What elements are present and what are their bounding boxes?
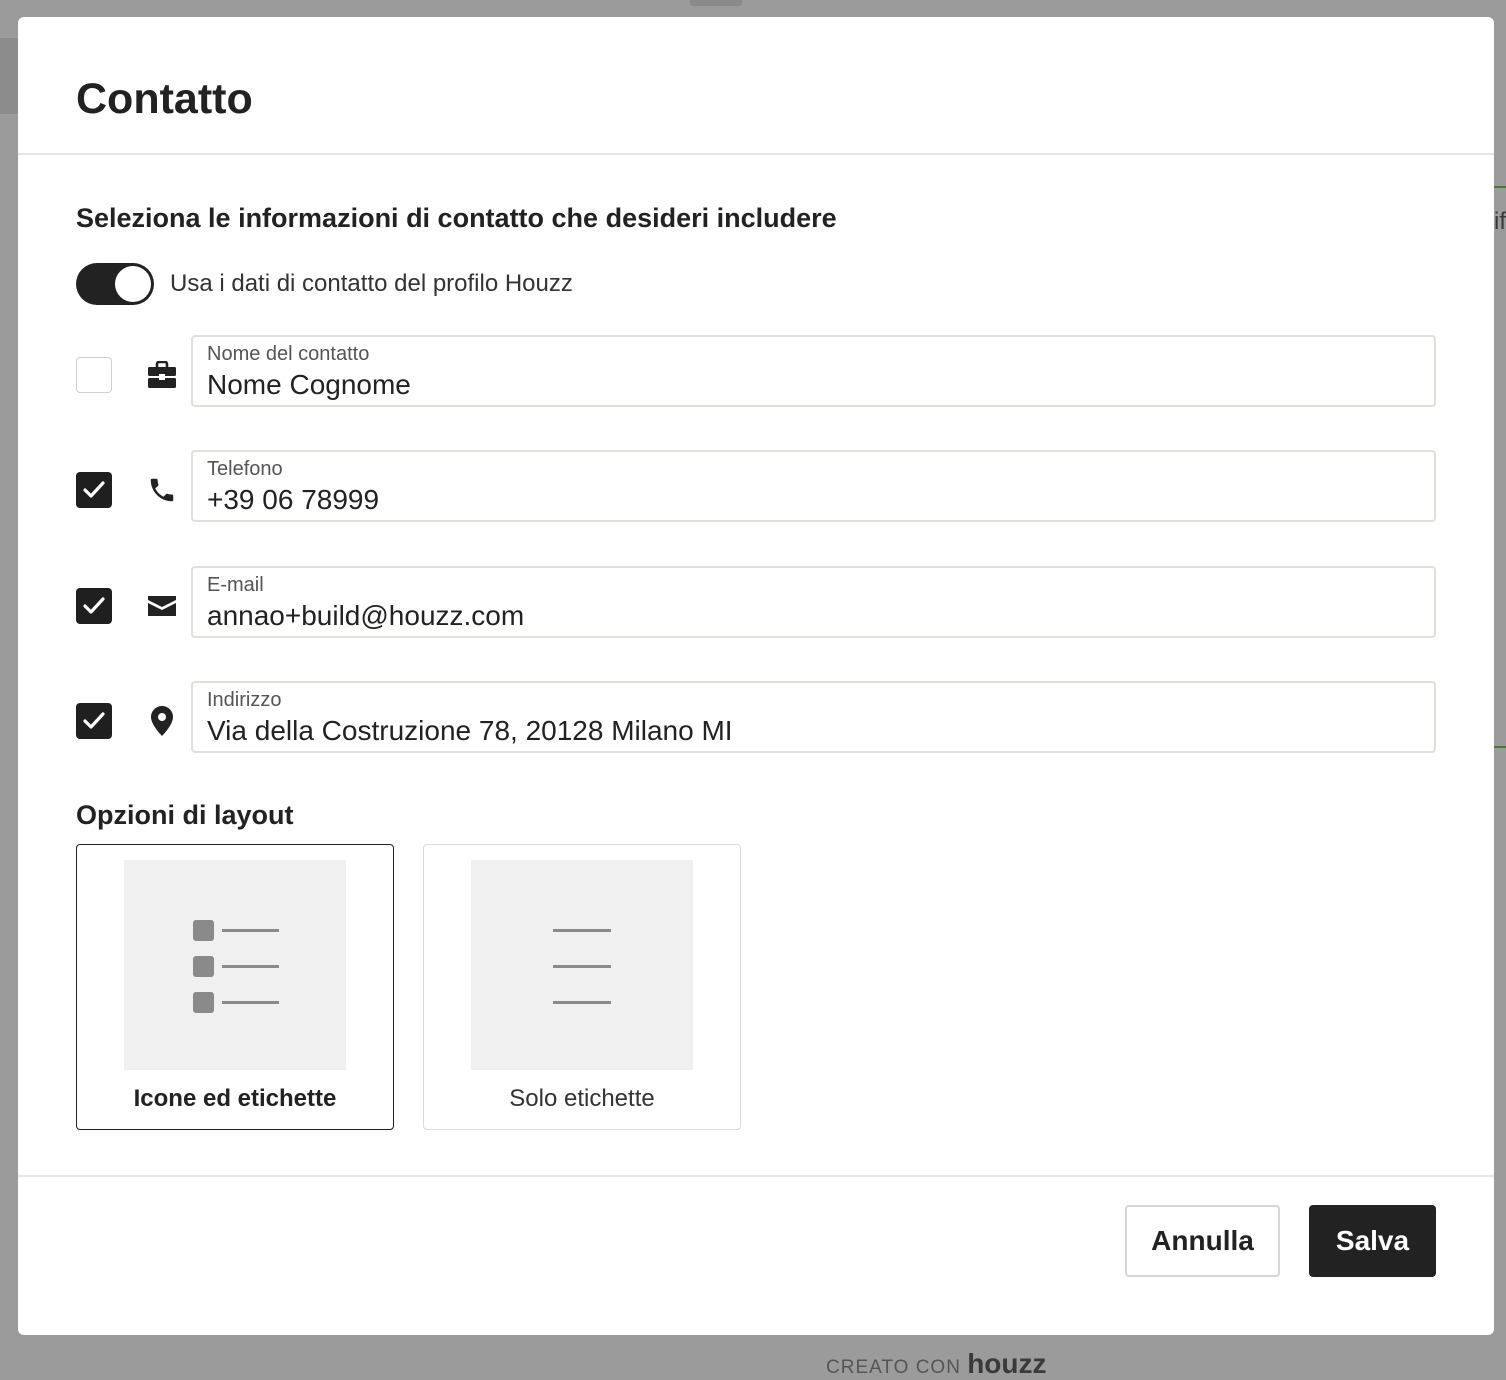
labels-only-preview-icon [471, 860, 693, 1070]
modal-title: Contatto [76, 75, 253, 123]
briefcase-icon [144, 357, 180, 393]
address-label: Indirizzo [207, 689, 282, 711]
profile-toggle-row: Usa i dati di contatto del profilo Houzz [76, 263, 573, 305]
envelope-icon [144, 588, 180, 624]
checkmark-icon [83, 597, 105, 614]
contact-name-label: Nome del contatto [207, 343, 370, 365]
background-image-edge [0, 38, 18, 114]
field-row-phone: Telefono [76, 450, 1436, 522]
layout-option-labels-only[interactable]: Solo etichette [423, 844, 741, 1130]
field-row-email: E-mail [76, 566, 1436, 638]
phone-label: Telefono [207, 458, 283, 480]
field-row-contact-name: Nome del contatto [76, 335, 1436, 407]
layout-option-label: Solo etichette [509, 1085, 655, 1112]
toggle-label: Usa i dati di contatto del profilo Houzz [170, 270, 573, 297]
background-text: if [1494, 208, 1506, 235]
email-checkbox[interactable] [76, 588, 112, 624]
toggle-knob [115, 266, 151, 302]
section-heading: Seleziona le informazioni di contatto ch… [76, 203, 837, 233]
phone-field: Telefono [191, 450, 1436, 522]
address-field: Indirizzo [191, 681, 1436, 753]
icons-labels-preview-icon [124, 860, 346, 1070]
contact-name-field: Nome del contatto [191, 335, 1436, 407]
address-checkbox[interactable] [76, 703, 112, 739]
location-pin-icon [144, 703, 180, 739]
layout-options-heading: Opzioni di layout [76, 800, 294, 830]
save-button[interactable]: Salva [1309, 1205, 1436, 1277]
modal-header: Contatto [18, 17, 1494, 155]
layout-option-icons-labels[interactable]: Icone ed etichette [76, 844, 394, 1130]
checkmark-icon [83, 481, 105, 498]
use-profile-toggle[interactable] [76, 263, 154, 305]
address-input[interactable] [207, 715, 1407, 747]
email-field: E-mail [191, 566, 1436, 638]
footer-prefix: CREATO CON [826, 1357, 961, 1378]
background-divider [1494, 186, 1506, 188]
background-divider [1494, 746, 1506, 748]
phone-checkbox[interactable] [76, 472, 112, 508]
contact-name-input[interactable] [207, 369, 1407, 401]
email-label: E-mail [207, 574, 264, 596]
background-footer: CREATO CON houzz [826, 1348, 1047, 1380]
phone-input[interactable] [207, 484, 1407, 516]
checkmark-icon [83, 712, 105, 729]
background-tab [690, 0, 742, 6]
contact-name-checkbox[interactable] [76, 357, 112, 393]
email-input[interactable] [207, 600, 1407, 632]
layout-option-label: Icone ed etichette [133, 1085, 337, 1112]
field-row-address: Indirizzo [76, 681, 1436, 753]
modal-footer: Annulla Salva [18, 1175, 1494, 1335]
contact-modal: Contatto Seleziona le informazioni di co… [18, 17, 1494, 1335]
cancel-button[interactable]: Annulla [1125, 1205, 1280, 1277]
phone-icon [144, 472, 180, 508]
